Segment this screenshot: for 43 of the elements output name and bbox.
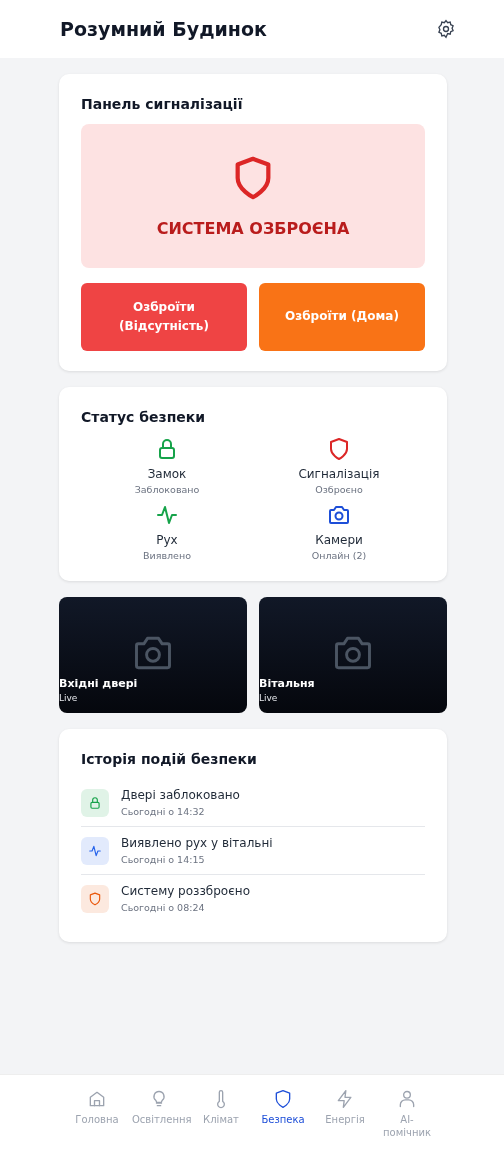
event-time: Сьогодні о 08:24 (121, 902, 206, 913)
event-time: Сьогодні о 14:32 (121, 806, 206, 817)
status-value: Озброєно (315, 484, 363, 495)
lock-icon (88, 795, 102, 810)
shield-icon (273, 1089, 293, 1109)
nav-tab[interactable]: Енергія (314, 1083, 376, 1155)
status-value: Заблоковано (134, 484, 200, 495)
pulse-icon (88, 843, 102, 858)
camera-name: Вітальня (259, 677, 316, 690)
arm-button[interactable]: Озброїти (Дома) (259, 283, 425, 351)
camera-name: Вхідні двері (59, 677, 139, 690)
user-icon (397, 1089, 417, 1109)
shield-icon (88, 891, 102, 906)
card-title: Статус безпеки (81, 409, 207, 425)
camera-feed-tile[interactable]: Вхідні двері Live (59, 597, 247, 713)
nav-tab[interactable]: Клімат (190, 1083, 252, 1155)
alarm-status-text: СИСТЕМА ОЗБРОЄНА (156, 218, 350, 238)
arm-button[interactable]: Озброїти (Відсутність) (81, 283, 247, 351)
event-time: Сьогодні о 14:15 (121, 854, 206, 865)
status-label: Рух (156, 533, 178, 547)
status-label: Камери (315, 533, 363, 547)
nav-tab[interactable]: AI-помічник (376, 1083, 438, 1155)
app-title: Розумний Будинок (60, 18, 267, 40)
card-title: Панель сигналізації (81, 96, 244, 112)
home-icon (87, 1089, 107, 1109)
card-title: Історія подій безпеки (81, 751, 258, 767)
event-text: Виявлено рух у вітальні (121, 836, 273, 850)
nav-tab[interactable]: Освітлення (128, 1083, 190, 1155)
status-value: Онлайн (2) (311, 550, 367, 561)
camera-status: Live (259, 693, 279, 703)
camera-icon (327, 503, 351, 527)
settings-icon[interactable] (436, 19, 456, 39)
event-text: Двері заблоковано (121, 788, 240, 802)
nav-tab[interactable]: Головна (66, 1083, 128, 1155)
status-label: Замок (147, 467, 187, 481)
camera-status: Live (59, 693, 79, 703)
camera-feed-tile[interactable]: Вітальня Live (259, 597, 447, 713)
shield-icon (327, 437, 351, 461)
pulse-icon (155, 503, 179, 527)
nav-tab[interactable]: Безпека (252, 1083, 314, 1155)
status-label: Сигналізація (298, 467, 380, 481)
event-text: Систему роззброєно (121, 884, 250, 898)
status-value: Виявлено (143, 550, 191, 561)
